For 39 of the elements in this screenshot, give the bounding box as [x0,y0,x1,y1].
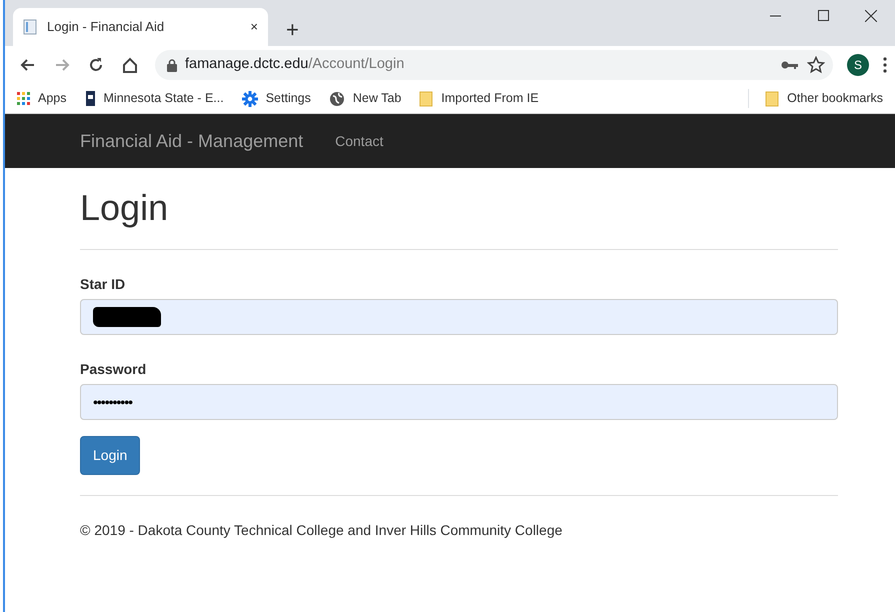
close-icon[interactable]: × [250,17,258,37]
bookmark-item[interactable]: New Tab [328,89,402,108]
maximize-icon [818,10,828,22]
bookmark-icon [84,91,96,106]
folder-icon [419,90,434,107]
minimize-icon [770,14,780,17]
login-button[interactable]: Login [80,436,140,476]
bookmark-item[interactable]: Imported From IE [419,89,539,108]
url-text: famanage.dctc.edu/Account/Login [185,55,406,74]
apps-icon [17,92,30,105]
redaction-mark [93,307,161,328]
field-label: Star ID [80,275,126,294]
menu-icon[interactable] [883,57,887,73]
browser-tab[interactable]: Login - Financial Aid × [13,8,268,46]
key-icon [781,60,799,70]
page-heading: Login [80,186,170,230]
reload-icon [87,56,105,74]
globe-icon [328,90,345,106]
input-field[interactable] [80,299,838,336]
footer-text: © 2019 - Dakota County Technical College and Inver Hills Community College [80,521,564,540]
new-tab-button[interactable]: + [280,18,305,42]
profile-avatar[interactable]: S [847,54,869,76]
bookmark-item[interactable]: Apps [17,89,66,108]
lock-icon [167,58,177,72]
folder-icon [765,90,780,107]
bookmark-item[interactable]: Settings [242,89,311,108]
site-brand[interactable]: Financial Aid - Management [80,128,304,154]
bookmark-item[interactable]: Other bookmarks [748,89,883,108]
star-icon[interactable] [807,56,825,74]
page-icon [23,19,37,35]
tab-title: Login - Financial Aid [47,18,166,36]
settings-icon [242,90,258,106]
close-icon [865,10,877,22]
nav-link[interactable]: Contact [335,130,384,152]
bookmark-item[interactable]: Minnesota State - E... [84,89,224,108]
field-label: Password [80,360,148,380]
address-bar[interactable]: famanage.dctc.edu/Account/Login [155,50,833,80]
home-icon [121,56,139,74]
input-field[interactable]: •••••••••• [80,384,838,420]
